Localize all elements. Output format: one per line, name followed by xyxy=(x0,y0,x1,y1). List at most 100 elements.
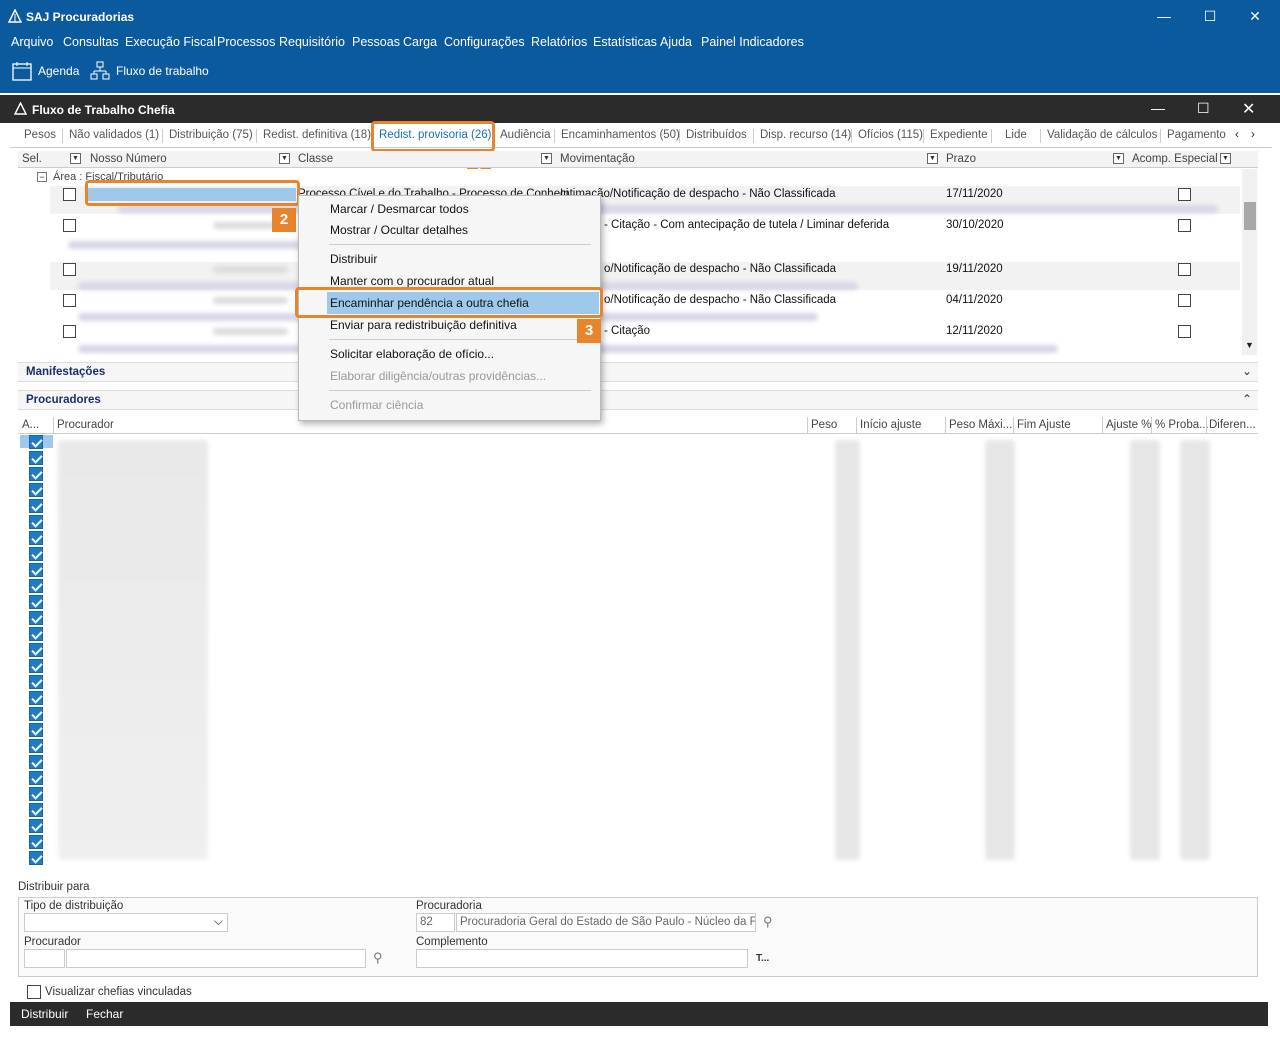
procurador-checkbox[interactable] xyxy=(29,755,43,769)
tab-pagamento[interactable]: Pagamento xyxy=(1167,129,1226,141)
menu-execucao-fiscal[interactable]: Execução Fiscal xyxy=(125,35,216,49)
visualizar-chefias-checkbox[interactable] xyxy=(27,985,41,999)
close-button[interactable]: ✕ xyxy=(1240,6,1270,26)
row-acomp-checkbox[interactable] xyxy=(1178,188,1191,201)
tab-oficios[interactable]: Ofícios (115) xyxy=(858,129,923,141)
maximize-button[interactable]: ☐ xyxy=(1195,6,1225,26)
procurador-checkbox[interactable] xyxy=(29,771,43,785)
scrollbar-thumb[interactable] xyxy=(1244,202,1256,230)
procurador-checkbox[interactable] xyxy=(29,835,43,849)
procuradoria-name-field[interactable]: Procuradoria Geral do Estado de São Paul… xyxy=(456,913,756,932)
procurador-checkbox[interactable] xyxy=(29,803,43,817)
menu-carga[interactable]: Carga xyxy=(403,35,437,49)
menu-distribuir[interactable]: Distribuir xyxy=(330,252,377,266)
group-collapse-icon[interactable]: − xyxy=(37,172,47,182)
tab-scroll-left-icon[interactable]: ‹ xyxy=(1235,129,1239,141)
procurador-checkbox[interactable] xyxy=(29,467,43,481)
procurador-checkbox[interactable] xyxy=(29,483,43,497)
procurador-checkbox[interactable] xyxy=(29,787,43,801)
col-classe-filter-icon[interactable]: ▼ xyxy=(541,153,552,164)
col-sel-filter-icon[interactable]: ▼ xyxy=(70,153,81,164)
fechar-button[interactable]: Fechar xyxy=(86,1007,123,1021)
row-acomp-checkbox[interactable] xyxy=(1178,325,1191,338)
procurador-checkbox[interactable] xyxy=(29,627,43,641)
col-acomp-filter-icon[interactable]: ▼ xyxy=(1220,153,1231,164)
procurador-code-field[interactable] xyxy=(24,949,65,968)
tab-disp-recurso[interactable]: Disp. recurso (14) xyxy=(760,129,851,141)
complemento-field[interactable] xyxy=(416,949,748,968)
procurador-checkbox[interactable] xyxy=(29,611,43,625)
tab-distribuidos[interactable]: Distribuídos xyxy=(686,129,747,141)
tab-audiencia[interactable]: Audiência xyxy=(500,129,551,141)
procurador-checkbox[interactable] xyxy=(29,435,43,449)
col-mov-filter-icon[interactable]: ▼ xyxy=(927,153,938,164)
child-minimize-button[interactable]: — xyxy=(1151,100,1165,116)
menu-ajuda[interactable]: Ajuda xyxy=(660,35,692,49)
procurador-checkbox[interactable] xyxy=(29,595,43,609)
tab-validacao-calculos[interactable]: Validação de cálculos xyxy=(1047,129,1157,141)
procurador-name-field[interactable] xyxy=(66,949,366,968)
procuradoria-code-field[interactable]: 82 xyxy=(416,913,455,932)
row-select-checkbox[interactable] xyxy=(63,294,76,307)
col-peso-maximo[interactable]: Peso Máxi... xyxy=(949,419,1012,431)
menu-confirmar-ciencia[interactable]: Confirmar ciência xyxy=(330,398,423,412)
menu-processos[interactable]: Processos xyxy=(217,35,275,49)
col-prazo[interactable]: Prazo xyxy=(946,153,976,165)
search-icon[interactable]: ⚲ xyxy=(373,950,383,966)
tab-scroll-right-icon[interactable]: › xyxy=(1251,129,1255,141)
row-select-checkbox[interactable] xyxy=(63,325,76,338)
text-button[interactable]: T... xyxy=(756,953,769,964)
search-icon[interactable]: ⚲ xyxy=(763,914,773,930)
procurador-checkbox[interactable] xyxy=(29,547,43,561)
minimize-button[interactable]: — xyxy=(1149,6,1179,26)
col-probabilidade[interactable]: % Proba... xyxy=(1155,419,1209,431)
col-movimentacao[interactable]: Movimentação xyxy=(560,153,635,165)
toolbar-agenda[interactable]: Agenda xyxy=(38,64,79,78)
col-diferenca[interactable]: Diferen... xyxy=(1209,419,1256,431)
menu-arquivo[interactable]: Arquivo xyxy=(11,35,53,49)
row-acomp-checkbox[interactable] xyxy=(1178,263,1191,276)
procurador-checkbox[interactable] xyxy=(29,819,43,833)
tab-lide[interactable]: Lide xyxy=(1005,129,1027,141)
tab-pesos[interactable]: Pesos xyxy=(24,129,56,141)
procurador-checkbox[interactable] xyxy=(29,579,43,593)
procurador-checkbox[interactable] xyxy=(29,531,43,545)
workflow-icon[interactable] xyxy=(90,61,110,81)
col-classe[interactable]: Classe xyxy=(298,153,333,165)
menu-requisitorio[interactable]: Requisitório xyxy=(279,35,345,49)
menu-enviar-redistribuicao[interactable]: Enviar para redistribuição definitiva xyxy=(330,318,517,332)
col-nosso-filter-icon[interactable]: ▼ xyxy=(279,153,290,164)
menu-pessoas[interactable]: Pessoas xyxy=(352,35,400,49)
col-inicio-ajuste[interactable]: Início ajuste xyxy=(860,419,921,431)
procurador-checkbox[interactable] xyxy=(29,851,43,865)
col-acomp-especial[interactable]: Acomp. Especial xyxy=(1132,153,1218,165)
menu-consultas[interactable]: Consultas xyxy=(63,35,119,49)
menu-mostrar-ocultar[interactable]: Mostrar / Ocultar detalhes xyxy=(330,223,468,237)
row-acomp-checkbox[interactable] xyxy=(1178,219,1191,232)
distribuir-button[interactable]: Distribuir xyxy=(21,1007,68,1021)
menu-estatisticas[interactable]: Estatísticas xyxy=(593,35,657,49)
menu-solicitar-oficio[interactable]: Solicitar elaboração de ofício... xyxy=(330,347,494,361)
col-prazo-filter-icon[interactable]: ▼ xyxy=(1113,153,1124,164)
procurador-checkbox[interactable] xyxy=(29,563,43,577)
tab-redist-definitiva[interactable]: Redist. definitiva (18) xyxy=(263,129,371,141)
procurador-checkbox[interactable] xyxy=(29,499,43,513)
col-nosso-numero[interactable]: Nosso Número xyxy=(90,153,167,165)
tab-nao-validados[interactable]: Não validados (1) xyxy=(69,129,159,141)
chevron-up-icon[interactable]: ⌃ xyxy=(1242,392,1252,406)
tab-distribuicao[interactable]: Distribuição (75) xyxy=(169,129,253,141)
procurador-checkbox[interactable] xyxy=(29,675,43,689)
col-fim-ajuste[interactable]: Fim Ajuste xyxy=(1017,419,1071,431)
menu-painel-indicadores[interactable]: Painel Indicadores xyxy=(701,35,804,49)
scroll-down-icon[interactable]: ▼ xyxy=(1245,340,1254,350)
procurador-checkbox[interactable] xyxy=(29,659,43,673)
procurador-checkbox[interactable] xyxy=(29,739,43,753)
tab-encaminhamentos[interactable]: Encaminhamentos (50) xyxy=(561,129,680,141)
row-select-checkbox[interactable] xyxy=(63,219,76,232)
child-maximize-button[interactable]: ☐ xyxy=(1197,100,1210,117)
col-sel[interactable]: Sel. xyxy=(22,153,42,165)
toolbar-fluxo[interactable]: Fluxo de trabalho xyxy=(116,64,209,78)
tab-expediente[interactable]: Expediente xyxy=(930,129,988,141)
menu-elaborar-diligencia[interactable]: Elaborar diligência/outras providências.… xyxy=(330,369,546,383)
col-ativo[interactable]: A... xyxy=(22,419,39,431)
